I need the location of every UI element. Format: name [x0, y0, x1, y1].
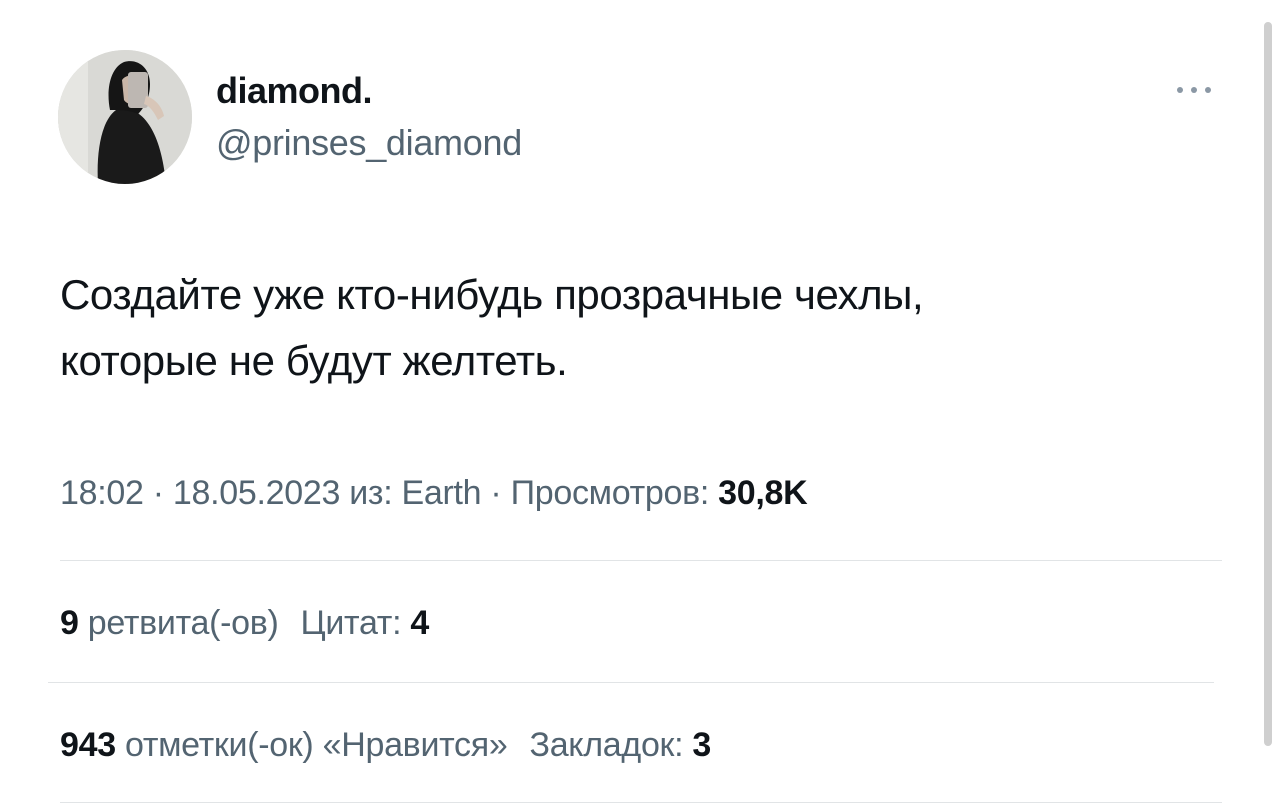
retweets-label: ретвита(-ов): [78, 604, 279, 642]
bookmarks-label: Закладок:: [529, 726, 693, 764]
tweet-date[interactable]: 18.05.2023: [173, 474, 340, 512]
more-options-button[interactable]: [1168, 72, 1220, 108]
user-avatar-photo-icon: [58, 50, 192, 184]
likes-count: 943: [60, 726, 116, 764]
views-label: Просмотров:: [510, 474, 719, 512]
bookmarks-stat[interactable]: Закладок: 3: [529, 726, 711, 764]
tweet-text-line: Создайте уже кто-нибудь прозрачные чехлы…: [60, 271, 924, 318]
divider: [48, 682, 1214, 683]
retweets-count: 9: [60, 604, 79, 642]
likes-stat[interactable]: 943 отметки(-ок) «Нравится»: [60, 726, 508, 764]
quotes-count: 4: [410, 604, 429, 642]
tweet-time[interactable]: 18:02: [60, 474, 144, 512]
more-horizontal-icon: [1177, 87, 1211, 93]
tweet-metadata: 18:02 · 18.05.2023 из: Earth · Просмотро…: [60, 474, 808, 513]
bookmarks-count: 3: [692, 726, 712, 764]
quotes-label: Цитат:: [300, 604, 411, 642]
divider: [60, 560, 1222, 561]
tweet-text: Создайте уже кто-нибудь прозрачные чехлы…: [60, 262, 1200, 394]
divider: [60, 802, 1222, 803]
author-display-name[interactable]: diamond.: [216, 70, 373, 112]
retweets-quotes-row: 9 ретвита(-ов) Цитат: 4: [60, 604, 429, 643]
views-count: 30,8K: [718, 474, 808, 512]
likes-bookmarks-row: 943 отметки(-ок) «Нравится» Закладок: 3: [60, 726, 711, 765]
quotes-stat[interactable]: Цитат: 4: [300, 604, 430, 642]
author-handle[interactable]: @prinses_diamond: [216, 122, 522, 164]
avatar[interactable]: [58, 50, 192, 184]
likes-label: отметки(-ок) «Нравится»: [115, 726, 508, 764]
meta-separator: ·: [481, 474, 511, 512]
source-prefix: из:: [340, 474, 402, 512]
meta-separator: ·: [143, 474, 173, 512]
scrollbar[interactable]: [1264, 22, 1272, 746]
tweet-source: Earth: [401, 474, 482, 512]
retweets-stat[interactable]: 9 ретвита(-ов): [60, 604, 279, 642]
tweet-text-line: которые не будут желтеть.: [60, 337, 568, 384]
